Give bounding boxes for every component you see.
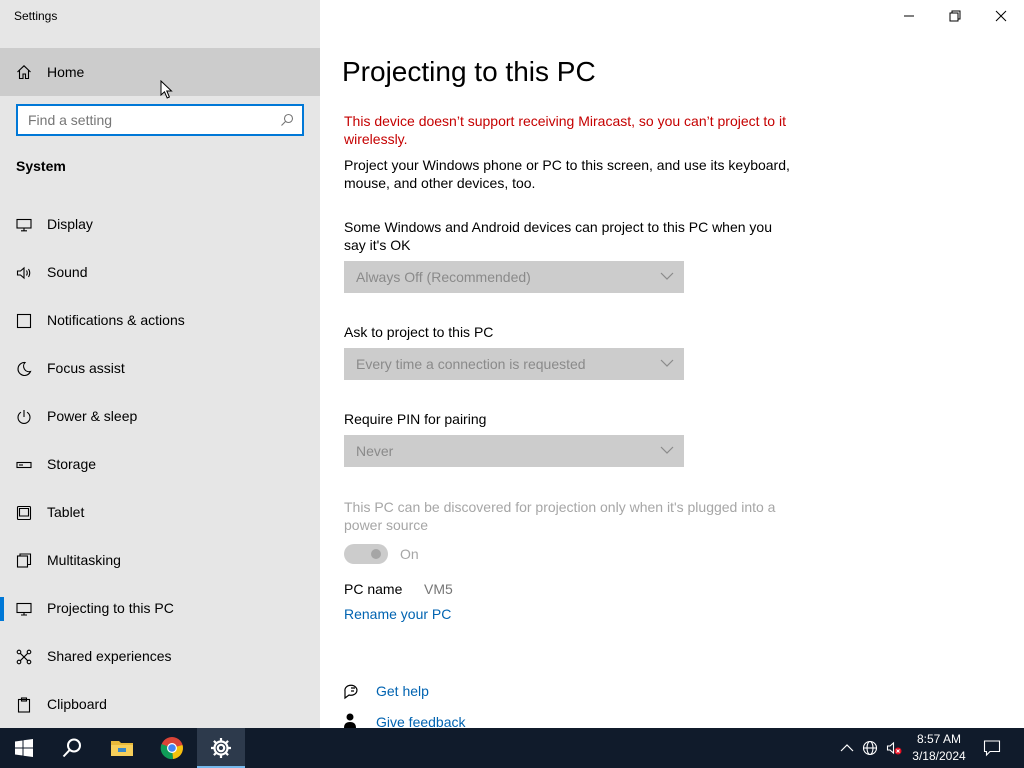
folder-icon	[111, 741, 133, 756]
search-box[interactable]	[16, 104, 304, 136]
dropdown-value: Every time a connection is requested	[356, 356, 586, 372]
sidebar-item-label: Tablet	[47, 504, 85, 520]
sidebar-item-label: Home	[47, 64, 85, 80]
chevron-down-icon	[660, 359, 674, 367]
require-pin-dropdown[interactable]: Never	[344, 435, 684, 467]
volume-muted-icon[interactable]	[886, 740, 902, 756]
sidebar-item-label: Storage	[47, 456, 97, 472]
sidebar-item-multitasking[interactable]: Multitasking	[0, 537, 320, 585]
dropdown-value: Never	[356, 443, 394, 459]
sidebar-item-notifications[interactable]: Notifications & actions	[0, 297, 320, 345]
chevron-down-icon	[660, 272, 674, 280]
taskbar: 8:57 AM 3/18/2024	[0, 728, 1024, 768]
sidebar-item-storage[interactable]: Storage	[0, 441, 320, 489]
project-permission-dropdown[interactable]: Always Off (Recommended)	[344, 261, 684, 293]
tablet-icon	[16, 505, 32, 521]
projection-description: Project your Windows phone or PC to this…	[344, 157, 790, 191]
project-permission-label: Some Windows and Android devices can pro…	[344, 219, 773, 253]
clock-date: 3/18/2024	[912, 749, 966, 763]
file-explorer-button[interactable]	[98, 728, 146, 768]
monitor-icon	[16, 218, 32, 232]
sidebar-item-sound[interactable]: Sound	[0, 249, 320, 297]
power-icon	[17, 410, 31, 424]
multitasking-icon	[16, 553, 32, 568]
toggle-state-label: On	[400, 546, 419, 562]
ask-to-project-dropdown[interactable]: Every time a connection is requested	[344, 348, 684, 380]
clock-time: 8:57 AM	[916, 732, 962, 746]
pc-name-value: VM5	[424, 581, 453, 597]
chrome-icon	[160, 737, 183, 760]
sidebar-item-focus-assist[interactable]: Focus assist	[0, 345, 320, 393]
require-pin-label: Require PIN for pairing	[344, 411, 487, 427]
close-button[interactable]	[978, 0, 1024, 32]
gear-icon	[211, 738, 231, 758]
page-title: Projecting to this PC	[342, 56, 596, 87]
plugged-in-toggle[interactable]	[344, 544, 388, 564]
sidebar-item-label: Power & sleep	[47, 408, 138, 424]
miracast-warning: This device doesn’t support receiving Mi…	[344, 113, 786, 147]
search-input[interactable]	[28, 111, 268, 129]
sidebar-item-label: Display	[47, 216, 93, 232]
minimize-icon	[904, 15, 914, 17]
shared-experiences-icon	[16, 649, 32, 665]
ask-to-project-label: Ask to project to this PC	[344, 324, 494, 340]
dropdown-value: Always Off (Recommended)	[356, 269, 531, 285]
sidebar-item-clipboard[interactable]: Clipboard	[0, 681, 320, 729]
storage-icon	[16, 461, 32, 469]
sidebar-item-label: Sound	[47, 264, 88, 280]
windows-logo-icon	[15, 739, 33, 757]
toggle-knob	[371, 549, 381, 559]
rename-pc-link[interactable]: Rename your PC	[344, 606, 451, 622]
sidebar-item-label: Clipboard	[47, 696, 107, 712]
sidebar-item-label: Focus assist	[47, 360, 125, 376]
mouse-cursor-icon	[160, 80, 173, 99]
action-center-icon[interactable]	[983, 739, 1001, 757]
clipboard-icon	[17, 697, 31, 713]
speaker-icon	[16, 266, 31, 280]
network-icon[interactable]	[862, 740, 878, 756]
sidebar-item-label: Multitasking	[47, 552, 121, 568]
start-button[interactable]	[0, 728, 48, 768]
sidebar-item-label: Projecting to this PC	[47, 600, 174, 616]
sidebar-item-display[interactable]: Display	[0, 201, 320, 249]
sidebar-item-label: Shared experiences	[47, 648, 172, 664]
projecting-icon	[16, 602, 32, 616]
notification-icon	[16, 313, 32, 329]
app-title: Settings	[14, 9, 58, 23]
minimize-button[interactable]	[886, 0, 932, 32]
plugged-in-note: This PC can be discovered for projection…	[344, 499, 776, 533]
help-icon	[344, 684, 358, 700]
chrome-button[interactable]	[148, 728, 196, 768]
sidebar-item-shared-experiences[interactable]: Shared experiences	[0, 633, 320, 681]
settings-taskbar-button[interactable]	[197, 728, 245, 768]
home-icon	[17, 65, 31, 80]
pc-name-label: PC name	[344, 581, 403, 597]
taskbar-clock[interactable]: 8:57 AM 3/18/2024	[906, 731, 972, 765]
get-help-link[interactable]: Get help	[376, 683, 429, 699]
chevron-up-icon[interactable]	[839, 740, 855, 756]
restore-icon	[949, 10, 961, 22]
section-heading-system: System	[16, 158, 66, 174]
search-taskbar-button[interactable]	[48, 728, 96, 768]
sidebar-item-label: Notifications & actions	[47, 312, 185, 328]
search-icon	[62, 738, 81, 758]
sidebar-item-tablet[interactable]: Tablet	[0, 489, 320, 537]
sidebar: Settings Home System Display Sound Notif…	[0, 0, 320, 728]
restore-button[interactable]	[932, 0, 978, 32]
search-icon	[281, 113, 294, 126]
close-icon	[995, 10, 1007, 22]
sidebar-item-power-sleep[interactable]: Power & sleep	[0, 393, 320, 441]
chevron-down-icon	[660, 446, 674, 454]
moon-icon	[17, 361, 32, 377]
sidebar-item-projecting[interactable]: Projecting to this PC	[0, 585, 320, 633]
